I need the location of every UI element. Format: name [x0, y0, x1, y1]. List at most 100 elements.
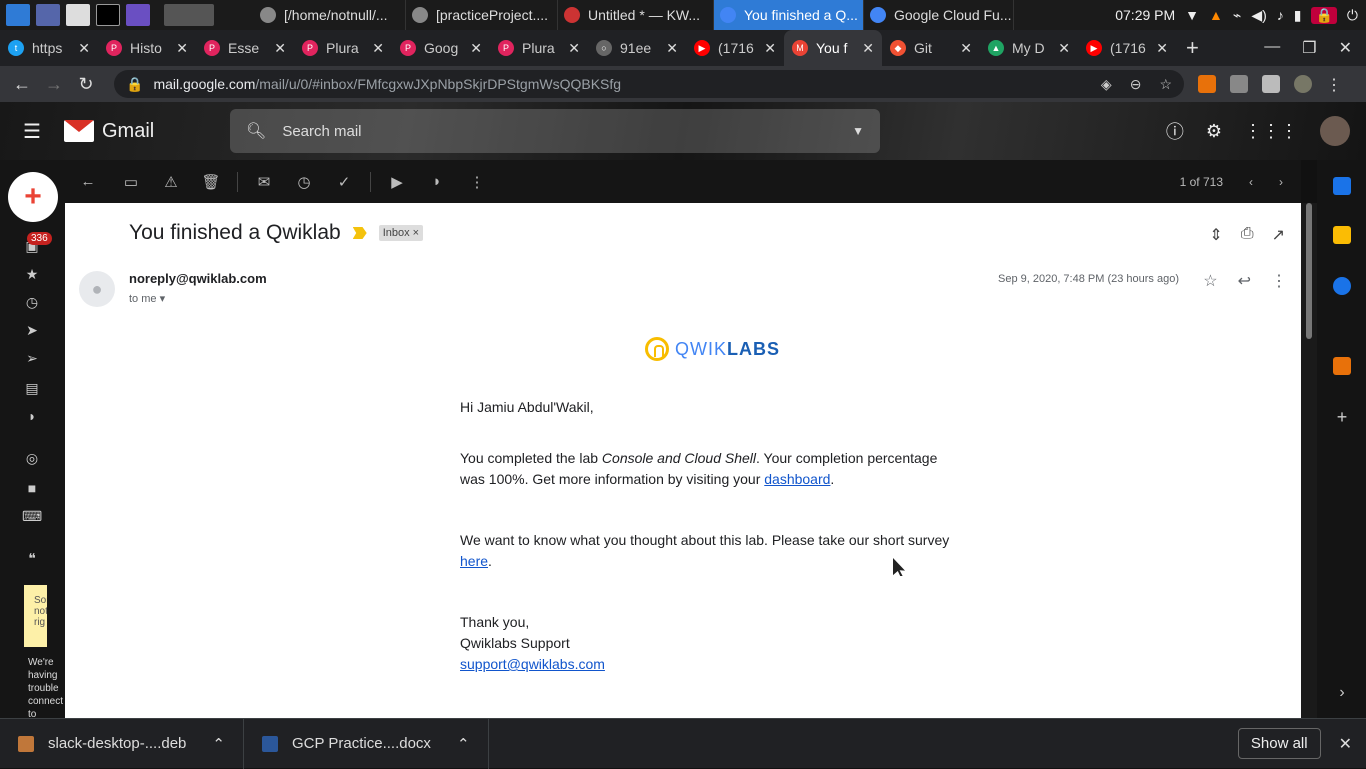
- browser-tab[interactable]: M You f ✕: [784, 30, 882, 66]
- close-tab-icon[interactable]: ✕: [764, 40, 776, 57]
- chrome-launcher-icon[interactable]: [164, 4, 214, 26]
- delete-icon[interactable]: 🗑︎: [191, 173, 231, 191]
- labels-icon[interactable]: ◗: [417, 173, 457, 190]
- screen-recorder-icon[interactable]: [126, 4, 150, 26]
- puzzle-extensions-icon[interactable]: [1262, 75, 1280, 93]
- browser-tab[interactable]: ▶ (1716 ✕: [686, 30, 784, 66]
- expand-panel-icon[interactable]: ›: [1333, 684, 1351, 702]
- grey-extension-icon[interactable]: [1230, 75, 1248, 93]
- important-icon[interactable]: ➤: [22, 322, 42, 342]
- browser-tab[interactable]: P Plura ✕: [294, 30, 392, 66]
- starred-icon[interactable]: ★: [22, 266, 42, 286]
- taskbar-window-2[interactable]: Untitled * — KW...: [558, 0, 714, 30]
- download-options-icon[interactable]: ⌃: [457, 735, 470, 753]
- scrollbar-thumb[interactable]: [1306, 203, 1312, 339]
- back-to-inbox-icon[interactable]: ←: [65, 173, 111, 190]
- snooze-icon[interactable]: ◷: [284, 173, 324, 191]
- message-more-icon[interactable]: ⋮: [1271, 271, 1287, 291]
- minimize-icon[interactable]: —: [1264, 38, 1280, 58]
- browser-tab[interactable]: P Goog ✕: [392, 30, 490, 66]
- address-bar[interactable]: 🔒 mail.google.com /mail/u/0/#inbox/FMfcg…: [114, 70, 1184, 98]
- close-tab-icon[interactable]: ✕: [274, 40, 286, 57]
- clock[interactable]: 07:29 PM: [1115, 7, 1175, 23]
- search-icon[interactable]: 🔍︎: [246, 121, 266, 141]
- important-marker-icon[interactable]: [352, 227, 367, 239]
- taskbar-window-0[interactable]: [/home/notnull/...: [254, 0, 406, 30]
- label-icon[interactable]: ◗: [22, 408, 42, 428]
- browser-tab[interactable]: ○ 91ee ✕: [588, 30, 686, 66]
- keyboard-icon[interactable]: ⌨: [22, 508, 42, 528]
- close-tab-icon[interactable]: ✕: [176, 40, 188, 57]
- new-tab-button[interactable]: +: [1186, 35, 1199, 61]
- more-icon[interactable]: ⋮: [457, 173, 497, 191]
- taskbar-window-4[interactable]: Google Cloud Fu...: [864, 0, 1014, 30]
- vlc-icon[interactable]: ▲: [1209, 7, 1223, 23]
- account-avatar[interactable]: [1320, 116, 1350, 146]
- recipient-toggle[interactable]: to me ▾: [129, 292, 267, 305]
- zoom-icon[interactable]: ⊖: [1130, 76, 1142, 93]
- close-tab-icon[interactable]: ✕: [568, 40, 580, 57]
- addon-icon[interactable]: [1333, 357, 1351, 375]
- add-to-tasks-icon[interactable]: ✓: [324, 173, 364, 191]
- newer-icon[interactable]: ‹: [1249, 175, 1253, 189]
- app-menu-icon[interactable]: [6, 4, 30, 26]
- survey-link[interactable]: here: [460, 553, 488, 569]
- power-icon[interactable]: ⏻: [1347, 7, 1358, 24]
- close-tab-icon[interactable]: ✕: [470, 40, 482, 57]
- meet-new-icon[interactable]: ◎: [22, 450, 42, 470]
- restore-icon[interactable]: ❐: [1302, 38, 1316, 58]
- download-item[interactable]: slack-desktop-....deb ⌃: [0, 718, 244, 769]
- browser-tab[interactable]: P Histo ✕: [98, 30, 196, 66]
- download-item[interactable]: GCP Practice....docx ⌃: [244, 718, 489, 769]
- back-icon[interactable]: ←: [6, 74, 38, 95]
- chrome-menu-icon[interactable]: ⋮: [1326, 75, 1344, 94]
- move-to-icon[interactable]: ▶: [377, 173, 417, 191]
- browser-tab[interactable]: P Esse ✕: [196, 30, 294, 66]
- desktop-icon[interactable]: [36, 4, 60, 26]
- reply-icon[interactable]: ↩: [1238, 271, 1251, 291]
- terminal-icon[interactable]: [96, 4, 120, 26]
- star-icon[interactable]: ☆: [1203, 271, 1217, 291]
- older-icon[interactable]: ›: [1279, 175, 1283, 189]
- compose-button[interactable]: +: [8, 172, 58, 222]
- browser-tab[interactable]: ▶ (1716 ✕: [1078, 30, 1176, 66]
- taskbar-window-3[interactable]: You finished a Q...: [714, 0, 864, 30]
- browser-tab[interactable]: ◆ Git ✕: [882, 30, 980, 66]
- inbox-label[interactable]: Inbox ×: [378, 225, 424, 241]
- site-lock-icon[interactable]: 🔒: [126, 76, 143, 93]
- battery-icon[interactable]: ▮: [1294, 7, 1302, 24]
- sent-icon[interactable]: ➢: [22, 350, 42, 370]
- close-tab-icon[interactable]: ✕: [862, 40, 874, 57]
- close-downloads-icon[interactable]: ✕: [1339, 734, 1352, 754]
- forward-icon[interactable]: →: [38, 74, 70, 95]
- help-icon[interactable]: ⓘ: [1166, 118, 1184, 144]
- close-tab-icon[interactable]: ✕: [372, 40, 384, 57]
- close-tab-icon[interactable]: ✕: [1058, 40, 1070, 57]
- expand-all-icon[interactable]: ⇕: [1209, 225, 1222, 245]
- apps-grid-icon[interactable]: ⋮⋮⋮: [1244, 121, 1298, 142]
- clip-icon[interactable]: ⌁: [1233, 7, 1241, 24]
- wifi-icon[interactable]: ▼: [1185, 7, 1199, 23]
- reload-icon[interactable]: ↻: [70, 74, 102, 95]
- close-window-icon[interactable]: ✕: [1339, 38, 1352, 58]
- print-icon[interactable]: ⎙: [1241, 225, 1254, 245]
- meet-join-icon[interactable]: ■: [22, 480, 42, 500]
- support-email-link[interactable]: support@qwiklabs.com: [460, 656, 605, 672]
- close-tab-icon[interactable]: ✕: [960, 40, 972, 57]
- file-manager-icon[interactable]: [66, 4, 90, 26]
- tracking-icon[interactable]: ◈: [1101, 76, 1112, 93]
- search-options-icon[interactable]: ▼: [852, 124, 864, 138]
- bookmark-star-icon[interactable]: ☆: [1159, 76, 1172, 93]
- taskbar-window-1[interactable]: [practiceProject....: [406, 0, 558, 30]
- dashboard-link[interactable]: dashboard: [764, 471, 830, 487]
- download-options-icon[interactable]: ⌃: [212, 735, 225, 753]
- gmail-logo[interactable]: Gmail: [64, 120, 154, 143]
- add-addon-icon[interactable]: +: [1333, 407, 1351, 427]
- notification-bell-icon[interactable]: ♪: [1277, 7, 1284, 23]
- close-tab-icon[interactable]: ✕: [666, 40, 678, 57]
- main-menu-icon[interactable]: ☰: [0, 119, 64, 144]
- close-tab-icon[interactable]: ✕: [78, 40, 90, 57]
- snoozed-icon[interactable]: ◷: [22, 294, 42, 314]
- keep-icon[interactable]: [1333, 226, 1351, 244]
- lock-icon[interactable]: 🔒: [1311, 6, 1337, 24]
